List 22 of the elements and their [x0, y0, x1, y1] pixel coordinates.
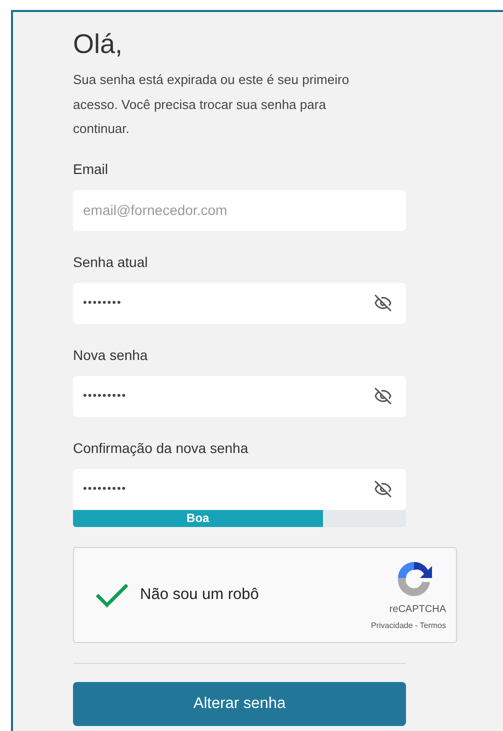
check-icon: [95, 582, 129, 608]
greeting-heading: Olá,: [73, 28, 124, 61]
password-dots: ••••••••: [83, 296, 123, 311]
eye-off-icon[interactable]: [374, 480, 392, 498]
field-label: Senha atual: [73, 252, 149, 270]
intro-text: Sua senha está expirada ou este é seu primeiro acesso. Você precisa trocar sua senha para continuar.: [73, 71, 350, 138]
captcha-brand: reCAPTCHA: [389, 602, 446, 616]
captcha-links[interactable]: Privacidade - Termos: [371, 620, 446, 632]
password-field[interactable]: ••••••••: [73, 282, 406, 324]
password-dots: •••••••••: [83, 482, 128, 497]
password-field[interactable]: •••••••••: [73, 468, 406, 510]
submit-button[interactable]: Alterar senha: [73, 682, 406, 726]
captcha-label: Não sou um robô: [140, 584, 260, 605]
strength-label: Boa: [186, 510, 210, 526]
input-field[interactable]: email@fornecedor.com: [73, 190, 406, 230]
field-label: Email: [73, 160, 110, 178]
password-field[interactable]: •••••••••: [73, 376, 406, 416]
password-dots: •••••••••: [83, 388, 128, 404]
eye-off-icon[interactable]: [374, 387, 392, 405]
field-label: Nova senha: [73, 346, 149, 364]
eye-off-icon[interactable]: [374, 294, 392, 312]
field-label: Confirmação da nova senha: [73, 438, 250, 456]
